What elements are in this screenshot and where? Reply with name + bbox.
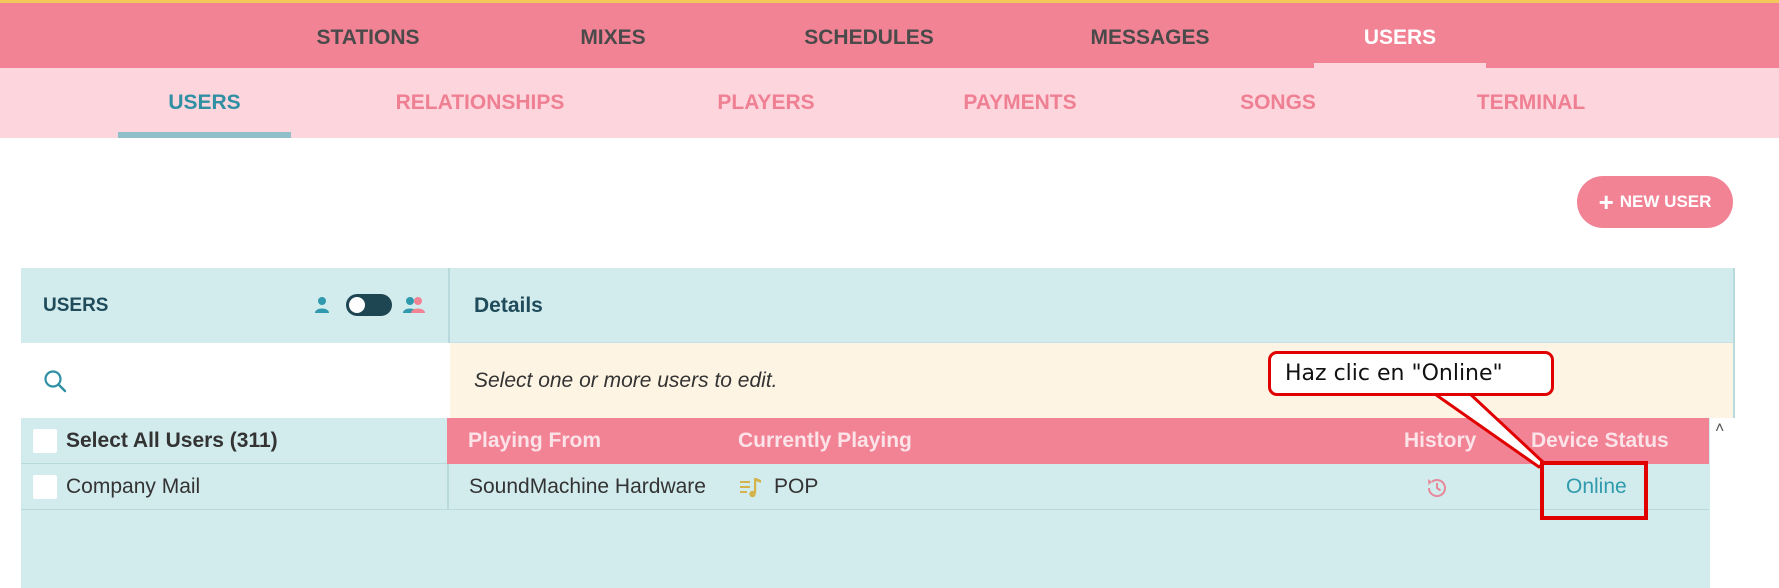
playlist-icon — [740, 478, 761, 498]
cell-playing-from: SoundMachine Hardware — [469, 475, 706, 498]
scroll-up-icon[interactable]: ˄ — [1715, 420, 1724, 438]
search-icon[interactable] — [43, 369, 67, 393]
new-user-label: NEW USER — [1619, 192, 1712, 211]
tab-schedules[interactable]: SCHEDULES — [796, 3, 942, 68]
user-checkbox[interactable] — [33, 475, 57, 499]
online-highlight-box — [1540, 461, 1648, 520]
subtab-relationships[interactable]: RELATIONSHIPS — [390, 68, 570, 138]
subtab-users[interactable]: USERS — [118, 68, 291, 138]
details-hint-text: Select one or more users to edit. — [474, 369, 778, 392]
list-item[interactable]: Company Mail — [21, 464, 447, 510]
tab-mixes[interactable]: MIXES — [560, 3, 666, 68]
select-all-checkbox[interactable] — [33, 429, 57, 453]
sub-nav: USERS RELATIONSHIPS PLAYERS PAYMENTS SON… — [0, 68, 1779, 138]
search-row[interactable] — [21, 343, 450, 418]
single-user-icon[interactable] — [314, 296, 330, 314]
tab-stations[interactable]: STATIONS — [300, 3, 436, 68]
details-header: Details — [450, 268, 1735, 343]
select-all-row[interactable]: Select All Users (311) — [21, 418, 447, 464]
table-row[interactable]: SoundMachine Hardware POP Online — [447, 464, 1709, 510]
select-all-label: Select All Users (311) — [66, 429, 278, 452]
tab-users[interactable]: USERS — [1314, 3, 1486, 69]
user-name: Company Mail — [66, 475, 201, 498]
subtab-payments[interactable]: PAYMENTS — [954, 68, 1086, 138]
plus-icon: + — [1598, 187, 1614, 217]
users-list-title: USERS — [43, 295, 109, 316]
scrollbar[interactable]: ˄ — [1710, 418, 1735, 588]
col-device-status: Device Status — [1531, 429, 1669, 452]
tab-messages[interactable]: MESSAGES — [1078, 3, 1222, 68]
user-group-toggle[interactable] — [346, 294, 392, 316]
details-title: Details — [474, 294, 543, 317]
history-icon[interactable] — [1424, 475, 1450, 501]
users-list-header: USERS — [21, 268, 450, 343]
top-nav: STATIONS MIXES SCHEDULES MESSAGES USERS — [0, 0, 1779, 69]
new-user-button[interactable]: + NEW USER — [1577, 176, 1733, 228]
col-history: History — [1404, 429, 1477, 452]
col-playing-from: Playing From — [468, 429, 602, 452]
subtab-players[interactable]: PLAYERS — [706, 68, 826, 138]
subtab-songs[interactable]: SONGS — [1226, 68, 1330, 138]
instruction-callout: Haz clic en "Online" — [1268, 351, 1554, 396]
user-group-icon[interactable] — [402, 296, 426, 314]
toggle-knob — [349, 297, 365, 313]
subtab-terminal[interactable]: TERMINAL — [1466, 68, 1596, 138]
table-header: Playing From Currently Playing History D… — [447, 418, 1709, 464]
col-currently-playing: Currently Playing — [738, 429, 912, 452]
cell-currently-playing: POP — [774, 475, 819, 498]
